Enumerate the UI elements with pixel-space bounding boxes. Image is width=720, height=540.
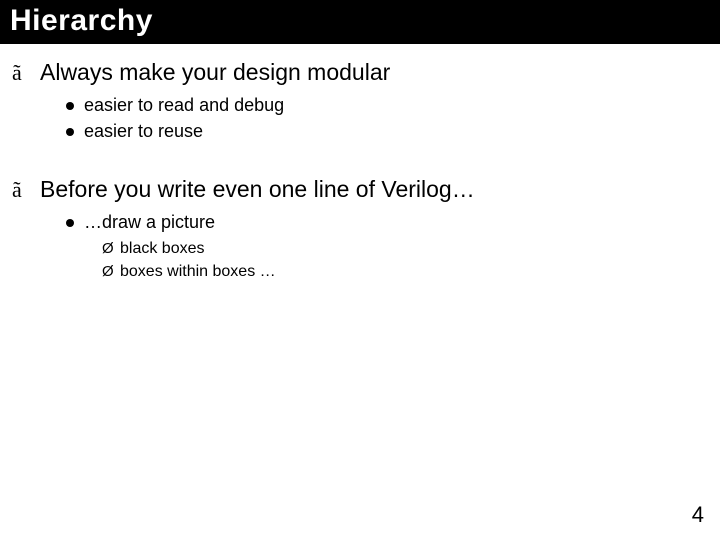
page-number: 4 xyxy=(692,502,704,528)
slide-body: ã Always make your design modular easier… xyxy=(0,44,720,283)
bullet-text: Always make your design modular xyxy=(40,58,390,87)
bullet-glyph-lvl1: ã xyxy=(12,179,40,201)
sub-bullet-text: easier to read and debug xyxy=(84,93,284,117)
bullet-dot-icon xyxy=(66,102,74,110)
bullet-glyph-lvl3: Ø xyxy=(102,241,120,256)
sub-bullet-group: …draw a picture xyxy=(66,210,708,234)
slide-title: Hierarchy xyxy=(10,4,710,38)
sub-bullet-text: …draw a picture xyxy=(84,210,215,234)
spacer xyxy=(12,143,708,171)
subsub-bullet-group: Ø black boxes Ø boxes within boxes … xyxy=(102,238,708,282)
sub-bullet-group: easier to read and debug easier to reuse xyxy=(66,93,708,144)
bullet-text: Before you write even one line of Verilo… xyxy=(40,175,475,204)
slide: Hierarchy ã Always make your design modu… xyxy=(0,0,720,540)
sub-bullet-item: easier to reuse xyxy=(66,119,708,143)
bullet-dot-icon xyxy=(66,128,74,136)
subsub-bullet-text: boxes within boxes … xyxy=(120,261,276,283)
bullet-dot-icon xyxy=(66,219,74,227)
sub-bullet-item: easier to read and debug xyxy=(66,93,708,117)
bullet-item: ã Before you write even one line of Veri… xyxy=(12,175,708,204)
bullet-glyph-lvl1: ã xyxy=(12,62,40,84)
subsub-bullet-text: black boxes xyxy=(120,238,205,260)
sub-bullet-text: easier to reuse xyxy=(84,119,203,143)
subsub-bullet-item: Ø black boxes xyxy=(102,238,708,260)
title-bar: Hierarchy xyxy=(0,0,720,44)
subsub-bullet-item: Ø boxes within boxes … xyxy=(102,261,708,283)
sub-bullet-item: …draw a picture xyxy=(66,210,708,234)
bullet-item: ã Always make your design modular xyxy=(12,58,708,87)
bullet-glyph-lvl3: Ø xyxy=(102,264,120,279)
